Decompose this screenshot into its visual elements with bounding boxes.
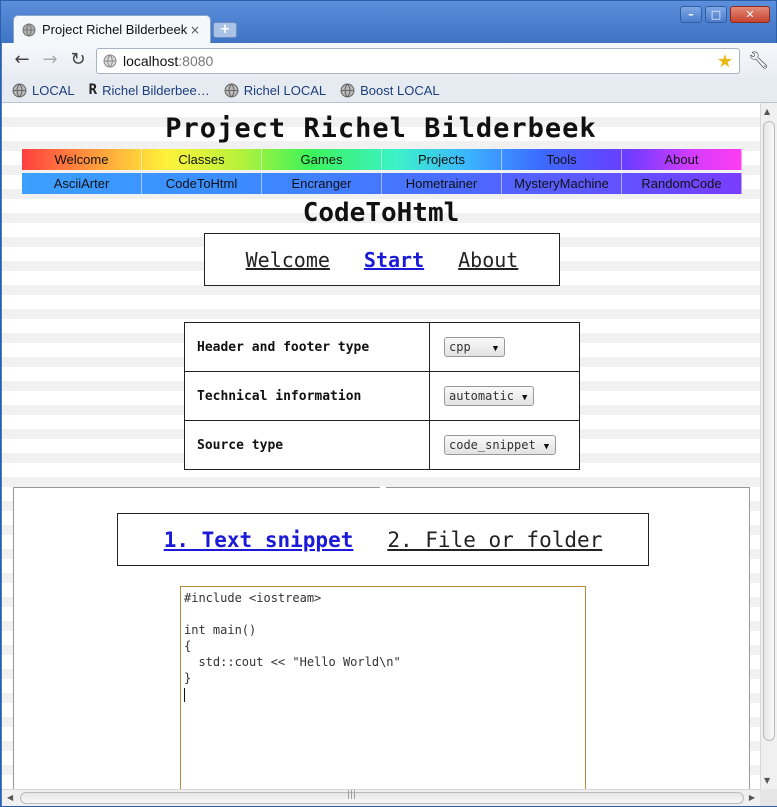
bookmark-label: Boost LOCAL xyxy=(360,82,440,98)
vertical-scrollbar[interactable]: ▲ ▼ xyxy=(760,103,777,789)
technical-information-select[interactable]: automatic ▼ xyxy=(444,386,535,406)
minimize-button[interactable]: – xyxy=(680,6,702,23)
subnav-start-link[interactable]: Start xyxy=(364,248,424,272)
menu-item-asciiarter[interactable]: AsciiArter xyxy=(22,173,142,194)
scroll-left-arrow-icon[interactable]: ◀ xyxy=(7,793,13,802)
bookmark-label: Richel Bilderbee… xyxy=(102,82,210,98)
tab-title: Project Richel Bilderbeek xyxy=(42,22,188,37)
options-table: Header and footer type cpp ▼ Technical in… xyxy=(184,322,580,470)
bookmark-richel-bilderbeek[interactable]: R Richel Bilderbee… xyxy=(89,82,210,98)
vertical-scroll-thumb[interactable] xyxy=(763,121,775,741)
horizontal-scroll-thumb[interactable] xyxy=(20,792,744,804)
subnav: Welcome Start About xyxy=(204,233,560,286)
bookmark-label: Richel LOCAL xyxy=(243,82,327,98)
scroll-right-arrow-icon[interactable]: ▶ xyxy=(749,793,755,802)
tab-file-or-folder[interactable]: 2. File or folder xyxy=(387,528,602,552)
window-controls: – □ ✕ xyxy=(680,6,770,23)
menu-item-classes[interactable]: Classes xyxy=(142,149,262,170)
menu-item-codetohtml[interactable]: CodeToHtml xyxy=(142,173,262,194)
back-arrow-icon[interactable]: ← xyxy=(12,51,32,71)
page-heading: CodeToHtml xyxy=(302,198,460,228)
globe-icon xyxy=(340,83,355,97)
option-label: Header and footer type xyxy=(184,322,430,372)
menu-item-about[interactable]: About xyxy=(622,149,742,170)
option-row: Technical information automatic ▼ xyxy=(184,371,580,421)
close-window-button[interactable]: ✕ xyxy=(730,6,770,23)
tools-menu: AsciiArter CodeToHtml Encranger Hometrai… xyxy=(22,173,742,194)
scroll-down-arrow-icon[interactable]: ▼ xyxy=(764,776,770,785)
option-row: Header and footer type cpp ▼ xyxy=(184,322,580,372)
tab-close-icon[interactable]: × xyxy=(188,23,202,37)
bookmark-star-icon[interactable]: ★ xyxy=(717,51,733,72)
option-label: Technical information xyxy=(184,371,430,421)
source-type-select[interactable]: code_snippet ▼ xyxy=(444,435,557,455)
menu-item-hometrainer[interactable]: Hometrainer xyxy=(382,173,502,194)
option-label: Source type xyxy=(184,420,430,470)
forward-arrow-icon[interactable]: → xyxy=(40,51,60,71)
dropdown-arrow-icon: ▼ xyxy=(522,393,528,403)
dropdown-arrow-icon: ▼ xyxy=(543,442,550,452)
menu-item-tools[interactable]: Tools xyxy=(502,149,622,170)
browser-toolbar: ← → ↻ localhost:8080 ★ 🔧︎ xyxy=(2,43,777,78)
browser-window: Project Richel Bilderbeek × + – □ ✕ ← → … xyxy=(0,0,777,807)
menu-item-projects[interactable]: Projects xyxy=(382,149,502,170)
wrench-menu-icon[interactable]: 🔧︎ xyxy=(748,51,770,71)
page-viewport: Project Richel Bilderbeek Welcome Classe… xyxy=(2,103,760,789)
subnav-welcome-link[interactable]: Welcome xyxy=(246,248,330,272)
tab-text-snippet[interactable]: 1. Text snippet xyxy=(164,528,354,552)
maximize-button[interactable]: □ xyxy=(705,6,727,23)
subnav-about-link[interactable]: About xyxy=(458,248,518,272)
bookmark-richel-local[interactable]: Richel LOCAL xyxy=(224,83,326,98)
reload-icon[interactable]: ↻ xyxy=(68,51,88,71)
menu-item-mysterymachine[interactable]: MysteryMachine xyxy=(502,173,622,194)
globe-icon xyxy=(22,23,36,36)
scrollbar-corner xyxy=(760,789,777,806)
address-bar[interactable]: localhost:8080 ★ xyxy=(96,48,740,74)
url-host: localhost xyxy=(123,53,179,69)
url-port: :8080 xyxy=(178,53,214,69)
menu-item-randomcode[interactable]: RandomCode xyxy=(622,173,742,194)
select-value: cpp xyxy=(449,340,471,354)
dropdown-arrow-icon: ▼ xyxy=(492,344,499,354)
code-textarea[interactable]: #include <iostream> int main() { std::co… xyxy=(180,586,586,789)
bookmark-local[interactable]: LOCAL xyxy=(12,83,75,98)
bookmarks-bar: LOCAL R Richel Bilderbee… Richel LOCAL B… xyxy=(2,78,777,103)
main-menu: Welcome Classes Games Projects Tools Abo… xyxy=(22,149,742,170)
bookmark-boost-local[interactable]: Boost LOCAL xyxy=(340,83,440,98)
page-info-icon xyxy=(103,54,117,68)
horizontal-scrollbar[interactable]: ◀ ||| ▶ xyxy=(2,789,760,806)
globe-icon xyxy=(224,83,239,97)
scroll-grip-icon: ||| xyxy=(347,790,357,800)
scroll-up-arrow-icon[interactable]: ▲ xyxy=(764,107,770,116)
select-value: automatic xyxy=(449,389,515,403)
menu-item-encranger[interactable]: Encranger xyxy=(262,173,382,194)
new-tab-button[interactable]: + xyxy=(213,22,237,38)
globe-icon xyxy=(12,83,27,97)
browser-tab[interactable]: Project Richel Bilderbeek × xyxy=(13,15,211,43)
bookmark-label: LOCAL xyxy=(32,82,75,98)
menu-item-games[interactable]: Games xyxy=(262,149,382,170)
menu-item-welcome[interactable]: Welcome xyxy=(22,149,142,170)
r-logo-icon: R xyxy=(88,82,98,98)
code-text: #include <iostream> int main() { std::co… xyxy=(184,591,401,685)
header-footer-type-select[interactable]: cpp ▼ xyxy=(444,337,506,357)
select-value: code_snippet xyxy=(449,438,536,452)
input-panel: 1. Text snippet 2. File or folder #inclu… xyxy=(13,486,750,789)
panel-notch xyxy=(380,486,386,490)
site-title: Project Richel Bilderbeek xyxy=(165,113,597,144)
text-caret xyxy=(184,687,185,702)
option-row: Source type code_snippet ▼ xyxy=(184,420,580,470)
title-bar: Project Richel Bilderbeek × + – □ ✕ xyxy=(1,1,776,43)
input-mode-tabs: 1. Text snippet 2. File or folder xyxy=(117,513,649,566)
